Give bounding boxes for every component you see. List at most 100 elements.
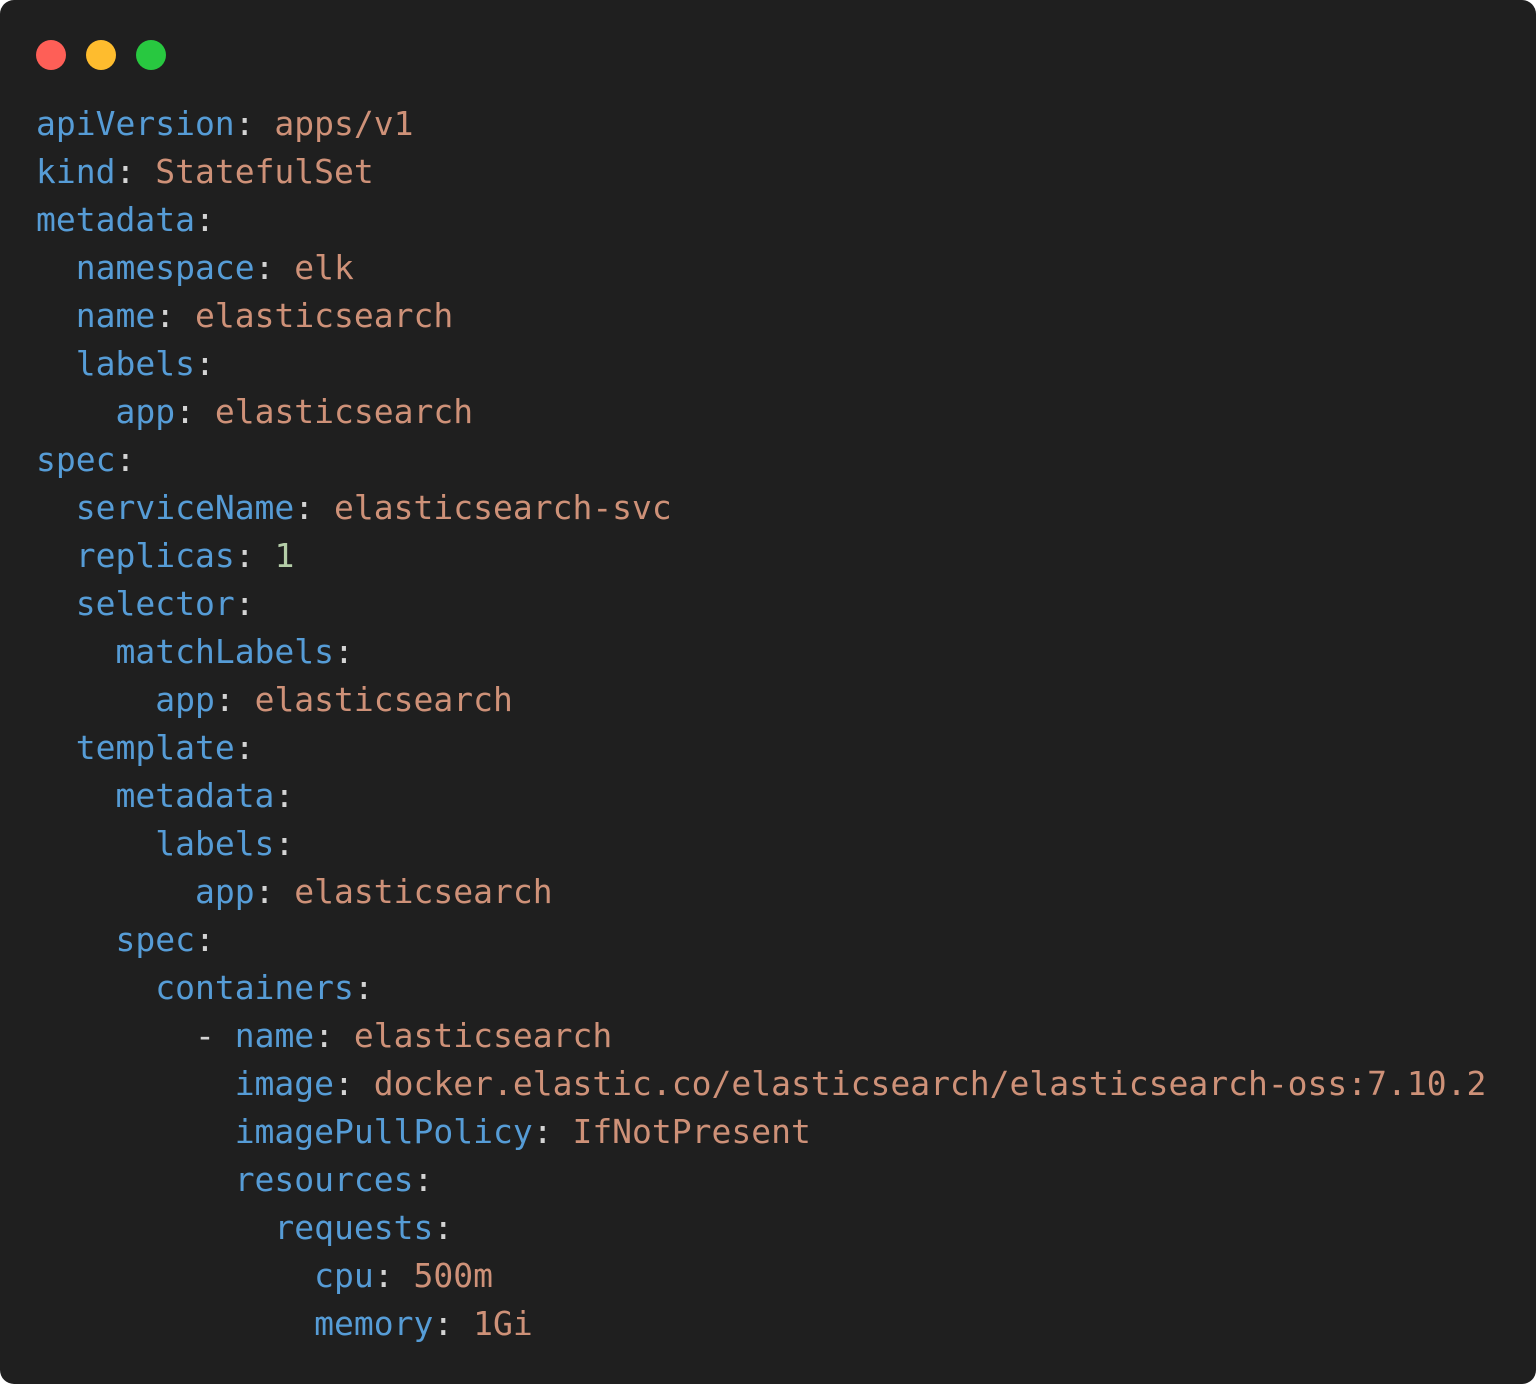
- yaml-key: selector: [75, 584, 235, 623]
- yaml-key: imagePullPolicy: [234, 1112, 533, 1151]
- colon: :: [194, 200, 215, 239]
- colon: :: [234, 584, 255, 623]
- code-line: image: docker.elastic.co/elasticsearch/e…: [36, 1060, 1487, 1108]
- colon: :: [334, 1064, 354, 1103]
- yaml-value: elasticsearch: [274, 872, 553, 911]
- yaml-key: resources: [234, 1160, 414, 1199]
- colon: :: [413, 1160, 434, 1199]
- yaml-value: elasticsearch: [234, 680, 513, 719]
- code-line: spec:: [36, 436, 1486, 484]
- colon: :: [175, 392, 195, 431]
- code-line: app: elasticsearch: [36, 868, 1486, 916]
- yaml-value: elk: [274, 248, 354, 287]
- colon: :: [433, 1304, 454, 1343]
- yaml-value: elasticsearch: [194, 392, 474, 431]
- colon: :: [334, 632, 354, 671]
- code-line: matchLabels:: [36, 628, 1486, 676]
- code-line: - name: elasticsearch: [36, 1012, 1486, 1060]
- yaml-key: cpu: [314, 1256, 374, 1295]
- code-line: apiVersion: apps/v1: [36, 100, 1486, 148]
- code-line: containers:: [36, 964, 1486, 1012]
- yaml-value: docker.elastic.co/elasticsearch/elastics…: [353, 1064, 1487, 1103]
- yaml-key: memory: [314, 1304, 434, 1343]
- yaml-key: serviceName: [75, 488, 295, 527]
- yaml-value: elasticsearch-svc: [314, 488, 672, 527]
- code-block: apiVersion: apps/v1 kind: StatefulSet meta…: [36, 100, 1486, 1348]
- code-line: name: elasticsearch: [36, 292, 1486, 340]
- list-dash: -: [194, 1016, 235, 1055]
- yaml-key: labels: [75, 344, 195, 383]
- code-line: namespace: elk: [36, 244, 1486, 292]
- colon: :: [155, 296, 176, 335]
- code-line: template:: [36, 724, 1486, 772]
- colon: :: [274, 824, 295, 863]
- colon: :: [254, 872, 275, 911]
- yaml-key: spec: [36, 440, 116, 479]
- colon: :: [194, 344, 215, 383]
- code-line: metadata:: [36, 772, 1486, 820]
- code-line: resources:: [36, 1156, 1486, 1204]
- yaml-value: 500m: [393, 1256, 493, 1295]
- colon: :: [373, 1256, 394, 1295]
- close-button[interactable]: [36, 40, 66, 70]
- yaml-value: elasticsearch: [334, 1016, 613, 1055]
- colon: :: [115, 152, 136, 191]
- yaml-key: app: [115, 392, 176, 431]
- colon: :: [214, 680, 235, 719]
- yaml-key: name: [234, 1016, 315, 1055]
- yaml-key: replicas: [75, 536, 235, 575]
- code-line: imagePullPolicy: IfNotPresent: [36, 1108, 1486, 1156]
- yaml-value: elasticsearch: [175, 296, 454, 335]
- yaml-value: apps/v1: [254, 104, 414, 143]
- code-line: selector:: [36, 580, 1486, 628]
- colon: :: [353, 968, 374, 1007]
- yaml-key: kind: [36, 152, 116, 191]
- yaml-value: StatefulSet: [135, 152, 374, 191]
- yaml-value: IfNotPresent: [552, 1112, 811, 1151]
- zoom-button[interactable]: [136, 40, 166, 70]
- yaml-key: metadata: [115, 776, 275, 815]
- colon: :: [234, 536, 255, 575]
- colon: :: [433, 1208, 454, 1247]
- code-line: app: elasticsearch: [36, 388, 1486, 436]
- code-line: app: elasticsearch: [36, 676, 1486, 724]
- code-window: apiVersion: apps/v1 kind: StatefulSet meta…: [0, 0, 1536, 1384]
- yaml-key: labels: [155, 824, 275, 863]
- yaml-key: namespace: [75, 248, 255, 287]
- code-line: kind: StatefulSet: [36, 148, 1486, 196]
- minimize-button[interactable]: [86, 40, 116, 70]
- yaml-key: spec: [115, 920, 195, 959]
- yaml-key: app: [155, 680, 215, 719]
- colon: :: [532, 1112, 553, 1151]
- colon: :: [234, 104, 255, 143]
- code-line: labels:: [36, 820, 1486, 868]
- colon: :: [234, 728, 255, 767]
- code-line: cpu: 500m: [36, 1252, 1486, 1300]
- code-line: replicas: 1: [36, 532, 1486, 580]
- code-line: memory: 1Gi: [36, 1300, 1486, 1348]
- yaml-key: apiVersion: [36, 104, 235, 143]
- yaml-key: name: [75, 296, 156, 335]
- code-line: requests:: [36, 1204, 1486, 1252]
- colon: :: [274, 776, 295, 815]
- yaml-key: requests: [274, 1208, 434, 1247]
